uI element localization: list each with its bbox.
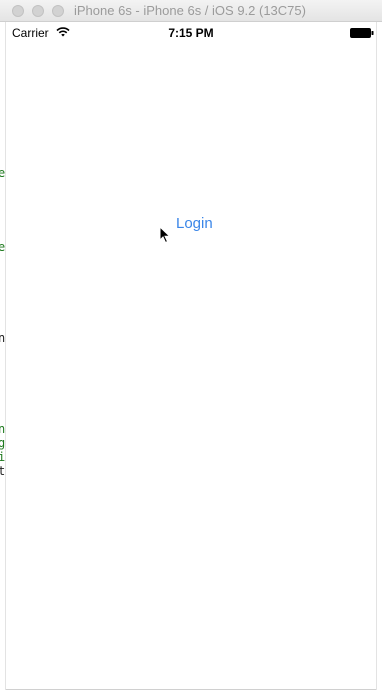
device-screen: Carrier 7:15 PM Login bbox=[6, 22, 376, 690]
login-button[interactable]: Login bbox=[176, 215, 213, 232]
window-titlebar: iPhone 6s - iPhone 6s / iOS 9.2 (13C75) bbox=[0, 0, 382, 22]
mouse-cursor-icon bbox=[159, 226, 171, 244]
status-bar: Carrier 7:15 PM bbox=[6, 22, 376, 44]
minimize-window-button[interactable] bbox=[32, 5, 44, 17]
device-edge bbox=[6, 689, 376, 690]
status-time: 7:15 PM bbox=[168, 26, 214, 40]
device-edge bbox=[376, 22, 377, 690]
close-window-button[interactable] bbox=[12, 5, 24, 17]
window-title: iPhone 6s - iPhone 6s / iOS 9.2 (13C75) bbox=[74, 3, 306, 18]
simulator-window: iPhone 6s - iPhone 6s / iOS 9.2 (13C75) … bbox=[0, 0, 382, 692]
battery-icon bbox=[350, 28, 374, 38]
zoom-window-button[interactable] bbox=[52, 5, 64, 17]
